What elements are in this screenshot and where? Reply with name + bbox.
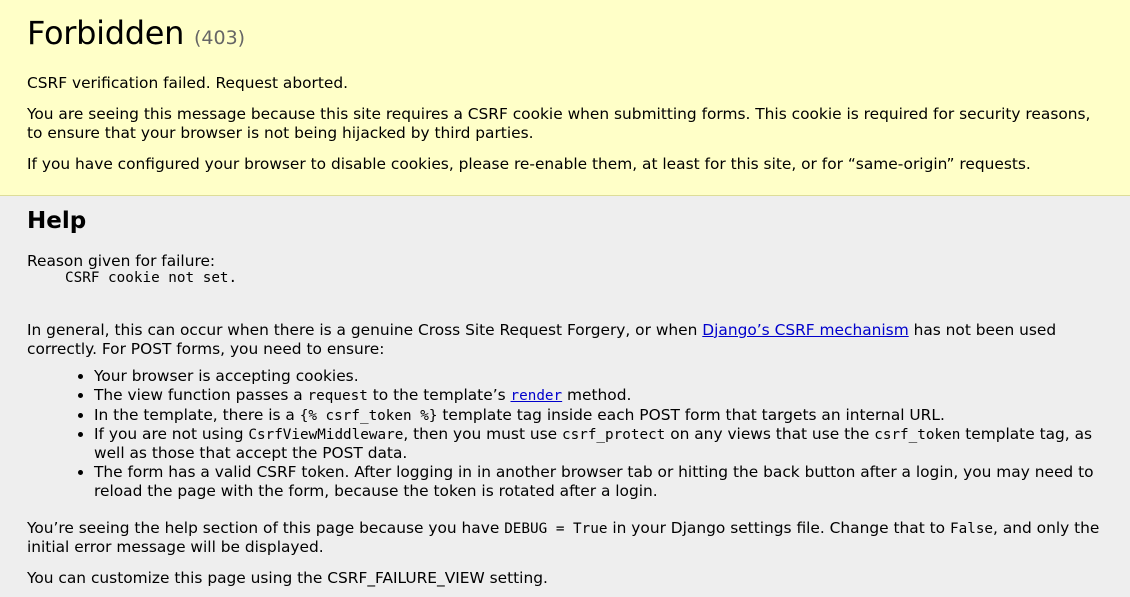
item-text: to the template’s [367, 386, 511, 405]
item-text: In the template, there is a [94, 405, 300, 424]
csrf-docs-link[interactable]: Django’s CSRF mechanism [702, 321, 908, 339]
list-item: If you are not using CsrfViewMiddleware,… [94, 425, 1103, 463]
reason-block: Reason given for failure: CSRF cookie no… [27, 252, 1103, 288]
item-text: The view function passes a [94, 386, 308, 405]
item-text: If you are not using [94, 425, 249, 444]
item-text: , then you must use [403, 425, 562, 444]
help-heading: Help [27, 208, 87, 234]
status-code: (403) [193, 27, 246, 49]
inline-code: False [950, 520, 994, 537]
item-text: on any views that use the [665, 425, 875, 444]
page-title: Forbidden (403) [27, 14, 1103, 52]
list-item: In the template, there is a {% csrf_toke… [94, 406, 1103, 425]
reason-label: Reason given for failure: [27, 251, 216, 270]
debug-paragraph: You’re seeing the help section of this p… [27, 519, 1103, 557]
debug-text: You’re seeing the help section of this p… [27, 518, 505, 537]
error-summary: Forbidden (403) CSRF verification failed… [0, 0, 1130, 196]
title-text: Forbidden [27, 14, 185, 52]
cookies-hint: If you have configured your browser to d… [27, 154, 1031, 173]
inline-code: csrf_protect [562, 427, 666, 444]
list-item: The view function passes a request to th… [94, 386, 1103, 405]
inline-code: CsrfViewMiddleware [248, 427, 404, 444]
general-paragraph: In general, this can occur when there is… [27, 321, 1103, 359]
item-text: method. [562, 386, 632, 405]
general-text-before: In general, this can occur when there is… [27, 320, 703, 339]
inline-code: request [307, 388, 368, 405]
inline-code: csrf_token [874, 427, 961, 444]
requirements-list: Your browser is accepting cookies. The v… [27, 367, 1103, 500]
render-link[interactable]: render [511, 386, 563, 404]
reason-value: CSRF cookie not set. [65, 270, 238, 287]
list-item: Your browser is accepting cookies. [94, 367, 1103, 386]
list-item: The form has a valid CSRF token. After l… [94, 463, 1103, 501]
render-link-code: render [510, 388, 563, 405]
customize-paragraph: You can customize this page using the CS… [27, 569, 548, 588]
inline-code: DEBUG = True [504, 520, 608, 537]
failure-message: CSRF verification failed. Request aborte… [27, 74, 349, 93]
help-section: Help Reason given for failure: CSRF cook… [0, 196, 1130, 588]
inline-code: {% csrf_token %} [299, 407, 438, 424]
explanation-text: You are seeing this message because this… [27, 105, 1091, 142]
debug-text: in your Django settings file. Change tha… [607, 518, 950, 537]
item-text: template tag inside each POST form that … [437, 405, 945, 424]
